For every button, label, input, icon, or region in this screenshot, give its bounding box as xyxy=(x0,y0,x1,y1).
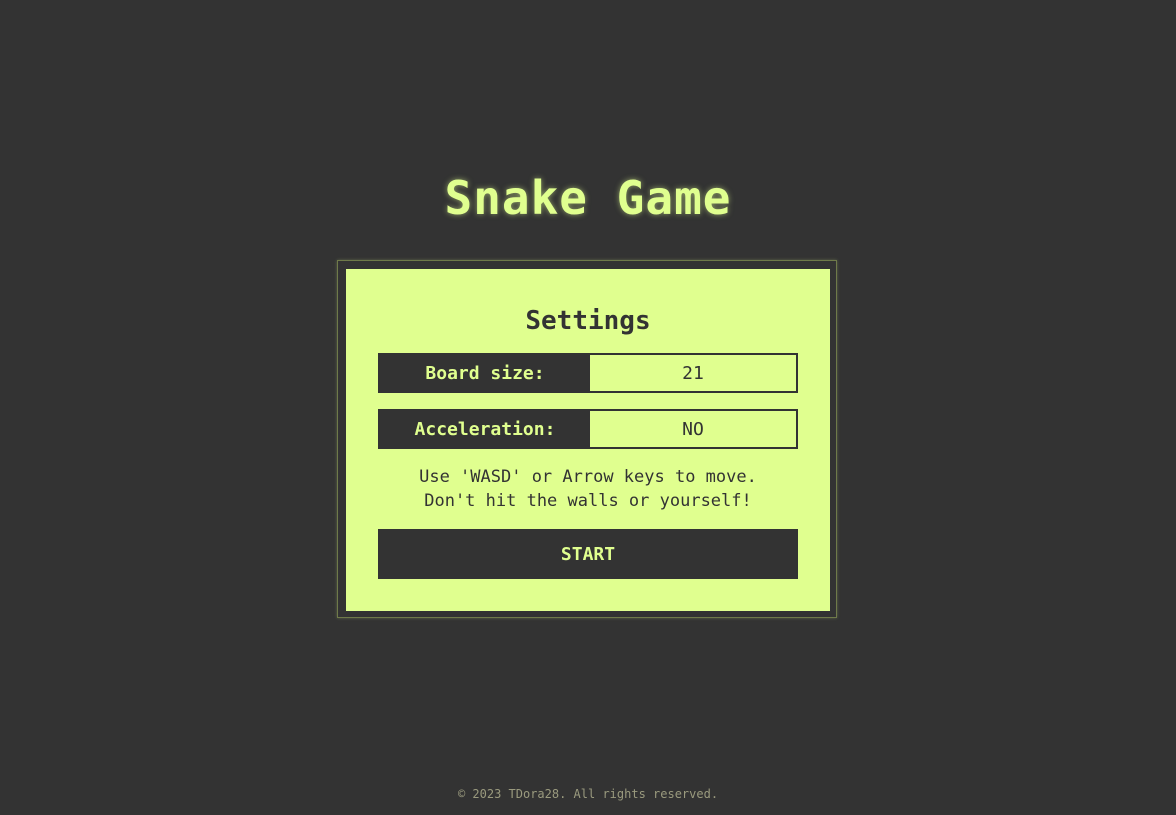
instructions: Use 'WASD' or Arrow keys to move. Don't … xyxy=(346,465,830,513)
instructions-line-2: Don't hit the walls or yourself! xyxy=(424,491,752,511)
acceleration-label: Acceleration: xyxy=(380,411,590,447)
start-button[interactable]: START xyxy=(378,529,798,579)
acceleration-setting: Acceleration: NO xyxy=(378,409,798,449)
board-size-setting: Board size: 21 xyxy=(378,353,798,393)
board-size-value[interactable]: 21 xyxy=(590,355,796,391)
acceleration-toggle[interactable]: NO xyxy=(590,411,796,447)
footer-copyright: © 2023 TDora28. All rights reserved. xyxy=(457,787,719,801)
settings-panel: Settings Board size: 21 Acceleration: NO… xyxy=(346,269,830,611)
instructions-line-1: Use 'WASD' or Arrow keys to move. xyxy=(419,467,757,487)
settings-heading: Settings xyxy=(525,306,651,336)
board-size-label: Board size: xyxy=(380,355,590,391)
game-title: Snake Game xyxy=(444,171,732,225)
